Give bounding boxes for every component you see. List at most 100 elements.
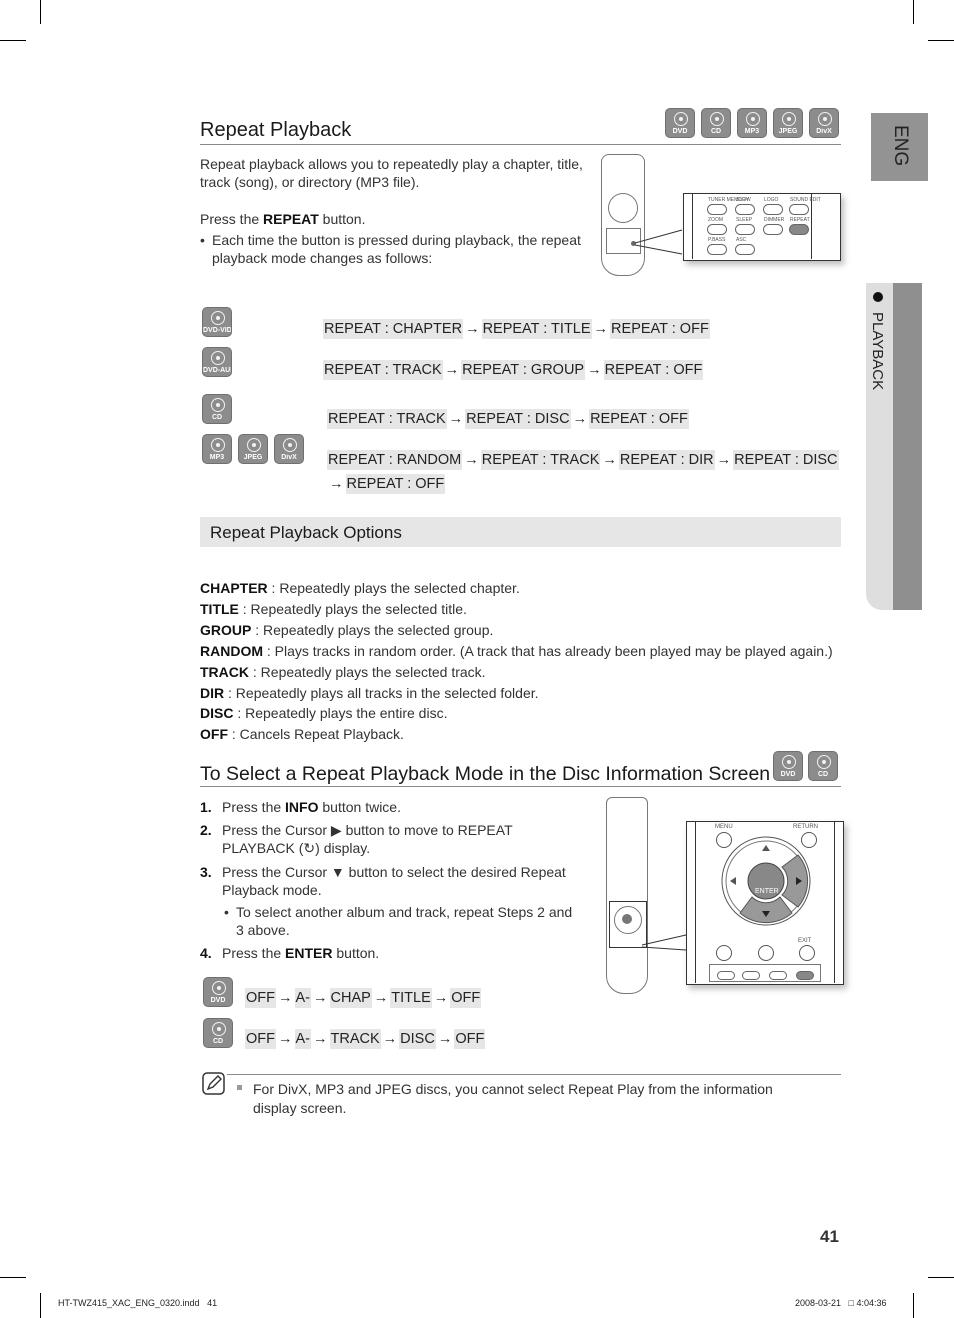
- disc-icon: [818, 112, 832, 126]
- arrow-icon: →: [465, 321, 480, 337]
- crop-mark: [40, 1293, 41, 1318]
- option-desc: : Repeatedly plays the selected track.: [249, 663, 486, 680]
- step-text: Press the INFO button twice.: [222, 799, 401, 815]
- enter-label: ENTER: [755, 888, 779, 895]
- remote-button[interactable]: [707, 204, 727, 215]
- remote-label: ASC: [736, 237, 747, 243]
- disc-icon: [782, 755, 796, 769]
- disc-badge-label: MP3: [744, 128, 760, 135]
- subtitle-button[interactable]: [758, 945, 774, 961]
- remote-enter-dot: [622, 914, 632, 924]
- sequence-step: REPEAT : TRACK: [323, 360, 443, 380]
- remote-label: P.BASS: [708, 237, 726, 243]
- option-term: DIR: [200, 684, 225, 701]
- remote-label: SLEEP: [736, 217, 753, 223]
- disc-badge-label: DVD-VIDEO: [203, 327, 231, 334]
- disc-badge-label: DivX: [816, 128, 832, 135]
- disc-icon: [746, 112, 760, 126]
- sequence-step: REPEAT : TRACK: [327, 409, 447, 429]
- remote-button[interactable]: [789, 204, 809, 215]
- option-item: CHAPTER : Repeatedly plays the selected …: [200, 578, 833, 599]
- step-item: 4. Press the ENTER button.: [200, 944, 580, 962]
- disc-icon: [817, 755, 831, 769]
- remote-button[interactable]: [763, 204, 783, 215]
- remote-button[interactable]: [735, 244, 755, 255]
- arrow-icon: →: [382, 1031, 398, 1047]
- disc-badge: DVD: [773, 751, 803, 781]
- remote-zoom-panel: TUNER MEMORY SLOW LOGO SOUND EDIT ZOOM SLEEP D…: [683, 193, 841, 261]
- options-title: Repeat Playback Options: [210, 523, 402, 542]
- disc-badge-label: CD: [212, 1038, 224, 1045]
- remote-button[interactable]: [735, 204, 755, 215]
- option-item: DISC : Repeatedly plays the entire disc.: [200, 703, 833, 724]
- arrow-icon: →: [433, 990, 449, 1006]
- crop-mark: [928, 1277, 954, 1278]
- disc-badge: DVD-AUDIO: [202, 347, 232, 377]
- info-sequence: OFF → A- → TRACK → DISC → OFF: [245, 1029, 486, 1049]
- arrow-icon: →: [444, 362, 460, 378]
- disc-badge-label: DivX: [281, 454, 297, 461]
- remote-button[interactable]: [763, 224, 783, 235]
- effect-button[interactable]: [742, 971, 760, 980]
- menu-label: MENU: [715, 824, 733, 830]
- page-number: 41: [820, 1227, 839, 1246]
- disc-badge-label: JPEG: [243, 454, 263, 461]
- disc-badge-label: MP3: [209, 454, 225, 461]
- remote-zoom-panel-2: MENU RETURN ENTER EXIT: [686, 821, 844, 985]
- sub-bullet: • To select another album and track, repe…: [224, 904, 573, 938]
- audio-button[interactable]: [716, 945, 732, 961]
- step-number: 2.: [200, 822, 212, 838]
- mode-button[interactable]: [717, 971, 735, 980]
- option-desc: : Plays tracks in random order. (A track…: [263, 642, 833, 659]
- repeat-sequence: REPEAT : TRACK → REPEAT : GROUP → REPEAT : O…: [323, 358, 704, 382]
- disc-icon: [211, 398, 225, 412]
- dsp-button[interactable]: [769, 971, 787, 980]
- sequence-step: REPEAT : GROUP: [461, 360, 586, 380]
- option-desc: : Repeatedly plays all tracks in the sel…: [224, 684, 539, 701]
- exit-button[interactable]: [799, 945, 815, 961]
- disc-badge-label: DVD: [780, 771, 796, 778]
- disc-icon: [283, 438, 297, 452]
- remote-button[interactable]: [707, 224, 727, 235]
- step-text: Press the ENTER button.: [222, 945, 380, 961]
- option-desc: : Repeatedly plays the selected title.: [238, 600, 467, 617]
- step-text: Press the Cursor ▼ button to select the …: [222, 864, 566, 898]
- step-item: 3. Press the Cursor ▼ button to select th…: [200, 863, 580, 899]
- sequence-step: OFF: [245, 988, 276, 1008]
- arrow-icon: →: [313, 1031, 328, 1047]
- step-number: 1.: [200, 799, 212, 815]
- disc-icon: [247, 438, 261, 452]
- bullet-icon: •: [200, 232, 205, 248]
- arrow-icon: →: [329, 476, 344, 492]
- crop-mark: [0, 1277, 26, 1278]
- crop-mark: [0, 40, 26, 41]
- footer-file: HT-TWZ415_XAC_ENG_0320.indd 41: [58, 1298, 218, 1308]
- disc-badge: DivX: [809, 108, 839, 138]
- disc-badge-label: CD: [817, 771, 829, 778]
- option-desc: : Repeatedly plays the selected group.: [251, 621, 494, 638]
- disc-badge: JPEG: [773, 108, 803, 138]
- bullet-text: • Each time the button is pressed during…: [200, 232, 581, 266]
- repeat-sequence: REPEAT : TRACK → REPEAT : DISC → REPEAT : OF…: [327, 407, 689, 431]
- info-button[interactable]: [796, 971, 814, 980]
- remote-button[interactable]: [707, 244, 727, 255]
- crop-mark: [40, 0, 41, 24]
- crop-mark: [928, 40, 954, 41]
- disc-badge: DVD: [665, 108, 695, 138]
- step-number: 4.: [200, 945, 212, 961]
- option-item: DIR : Repeatedly plays all tracks in the…: [200, 683, 833, 704]
- sequence-step: REPEAT : OFF: [603, 360, 704, 380]
- arrow-icon: →: [593, 321, 609, 337]
- repeat-button[interactable]: [789, 224, 809, 235]
- arrow-icon: →: [587, 362, 602, 378]
- sequence-step: REPEAT : TITLE: [481, 319, 592, 339]
- sequence-step: REPEAT : TRACK: [480, 450, 601, 470]
- section-tab-dark: [893, 283, 922, 610]
- language-tab: ENG: [871, 113, 928, 181]
- disc-badge: CD: [808, 751, 838, 781]
- repeat-sequence: REPEAT : CHAPTER → REPEAT : TITLE → REPEAT :…: [323, 317, 710, 341]
- remote-button[interactable]: [735, 224, 755, 235]
- sequence-step: OFF: [450, 988, 482, 1008]
- option-desc: : Repeatedly plays the entire disc.: [233, 705, 448, 722]
- option-item: GROUP : Repeatedly plays the selected gr…: [200, 620, 833, 641]
